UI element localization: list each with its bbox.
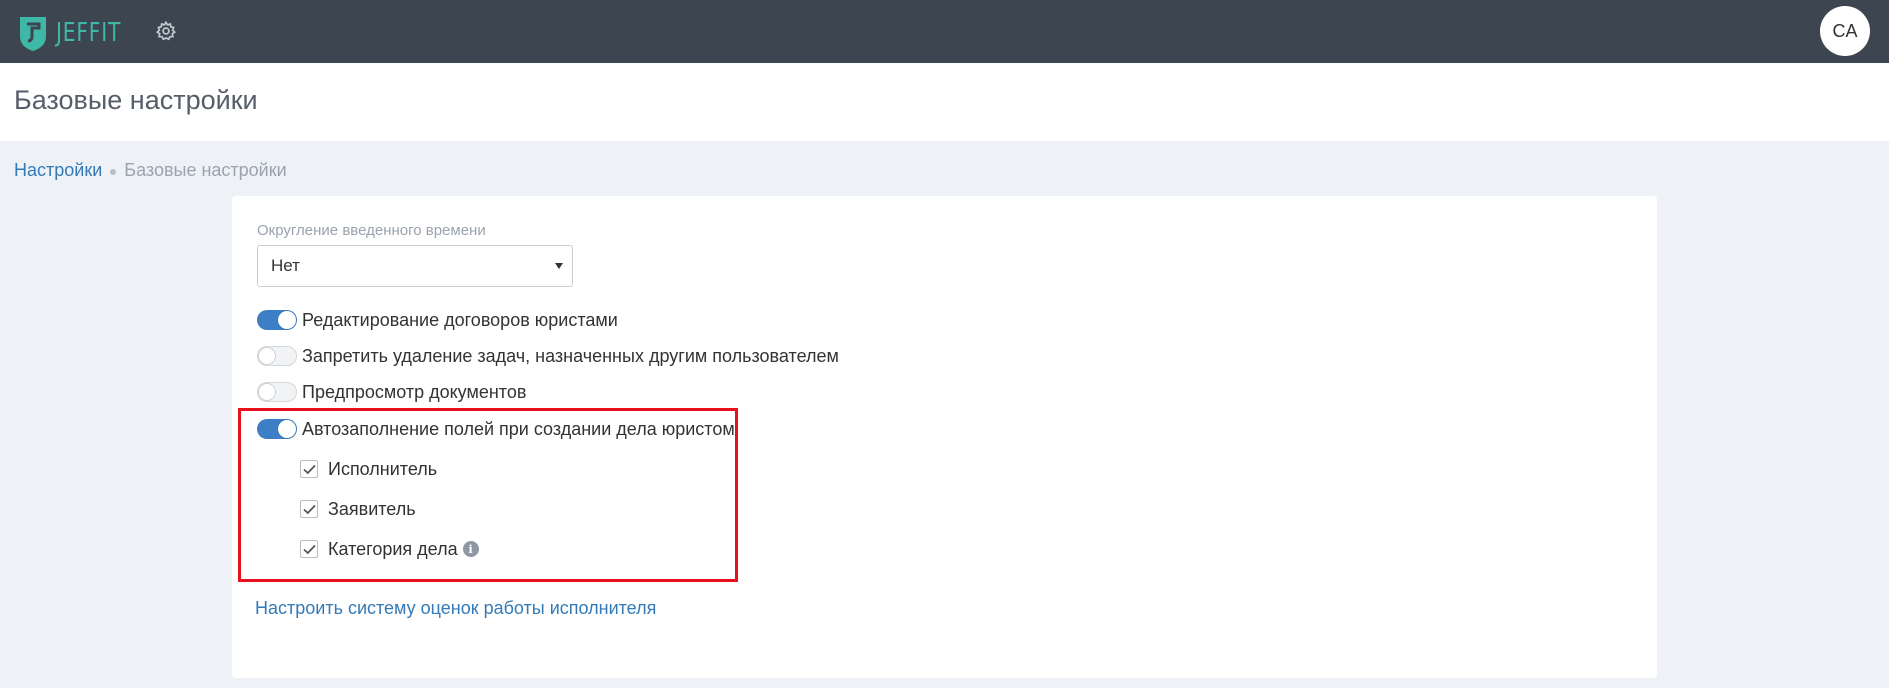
gear-icon[interactable] — [155, 20, 177, 42]
toggle-forbid-delete[interactable] — [257, 346, 297, 366]
toggle-row-autofill: Автозаполнение полей при создании дела ю… — [257, 417, 735, 441]
toggle-autofill[interactable] — [257, 419, 297, 439]
toggle-knob — [258, 347, 276, 365]
toggle-label: Запретить удаление задач, назначенных др… — [302, 345, 839, 366]
rating-system-link[interactable]: Настроить систему оценок работы исполнит… — [255, 598, 656, 619]
breadcrumb-separator — [110, 168, 117, 175]
user-avatar[interactable]: CA — [1820, 6, 1870, 56]
logo-text: JEFFIT — [56, 18, 122, 48]
breadcrumb: Настройки Базовые настройки — [14, 160, 287, 181]
app-logo[interactable]: JEFFIT — [18, 14, 140, 52]
page-title: Базовые настройки — [14, 85, 258, 115]
page-header: Базовые настройки — [0, 63, 1889, 141]
checkbox-row-applicant: Заявитель — [300, 498, 416, 520]
toggle-preview-docs[interactable] — [257, 382, 297, 402]
toggle-knob — [278, 420, 296, 438]
checkbox-label: Исполнитель — [328, 458, 438, 479]
toggle-label: Редактирование договоров юристами — [302, 309, 618, 330]
checkbox-row-case-category: Категория дела i — [300, 538, 479, 560]
checkmark-icon — [303, 544, 316, 555]
caret-down-icon — [555, 263, 563, 269]
rounding-select[interactable]: Нет — [257, 245, 573, 287]
top-bar: JEFFIT CA — [0, 0, 1889, 63]
breadcrumb-settings-link[interactable]: Настройки — [14, 160, 102, 181]
checkbox-executor[interactable] — [300, 460, 318, 478]
checkmark-icon — [303, 464, 316, 475]
toggle-label: Автозаполнение полей при создании дела ю… — [302, 418, 735, 439]
toggle-edit-contracts[interactable] — [257, 310, 297, 330]
info-icon[interactable]: i — [462, 541, 479, 557]
checkbox-row-executor: Исполнитель — [300, 458, 437, 480]
checkbox-label: Категория дела — [328, 538, 458, 559]
toggle-row-preview-docs: Предпросмотр документов — [257, 380, 526, 404]
breadcrumb-current: Базовые настройки — [124, 160, 287, 180]
checkmark-icon — [303, 504, 316, 515]
toggle-label: Предпросмотр документов — [302, 381, 527, 402]
toggle-row-forbid-delete: Запретить удаление задач, назначенных др… — [257, 344, 839, 368]
rounding-select-value: Нет — [271, 256, 300, 275]
checkbox-applicant[interactable] — [300, 500, 318, 518]
toggle-knob — [258, 383, 276, 401]
checkbox-case-category[interactable] — [300, 540, 318, 558]
rounding-label: Округление введенного времени — [257, 222, 486, 239]
toggle-row-edit-contracts: Редактирование договоров юристами — [257, 308, 618, 332]
jeffit-shield-icon — [20, 17, 46, 51]
checkbox-label: Заявитель — [328, 498, 416, 519]
toggle-knob — [278, 311, 296, 329]
